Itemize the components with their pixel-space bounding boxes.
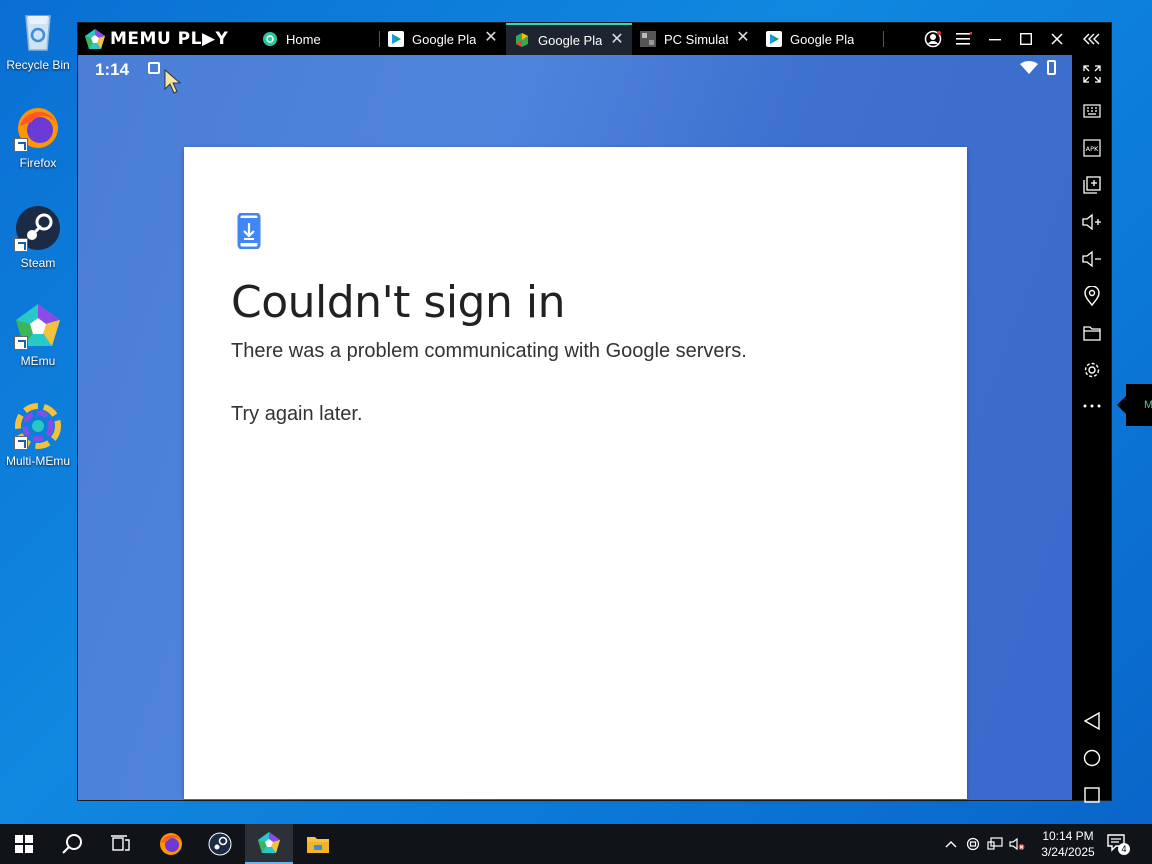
desktop-icon-memu[interactable]: MEmu [4, 302, 72, 388]
google-play-games-icon [516, 33, 528, 47]
brand-text: MEMU PL▶Y [110, 29, 229, 49]
status-time: 1:14 [95, 60, 130, 79]
steam-icon[interactable] [196, 824, 244, 864]
memu-icon[interactable] [245, 824, 293, 864]
firefox-icon [14, 104, 62, 152]
taskbar-date: 3/24/2025 [1041, 845, 1095, 859]
collapse-sidebar-icon[interactable] [1072, 23, 1111, 55]
steam-icon [14, 204, 62, 252]
close-tab-icon[interactable]: ✕ [610, 32, 624, 48]
tab-label: Google Play [790, 31, 854, 47]
recycle-bin-icon [14, 6, 62, 54]
sidebar-tooltip: M [1117, 384, 1152, 426]
tab-google-play-3[interactable]: Google Play [758, 23, 884, 55]
taskbar-time: 10:14 PM [1042, 829, 1094, 843]
firefox-icon[interactable] [147, 824, 195, 864]
system-tray [940, 824, 1028, 864]
tab-label: PC Simulator [664, 31, 728, 47]
android-status-bar: 1:14 [78, 55, 1072, 83]
tab-google-play-2[interactable]: Google Play ✕ [506, 23, 632, 55]
more-icon[interactable] [1072, 391, 1111, 421]
tab-pc-simulator[interactable]: PC Simulator ✕ [632, 23, 758, 55]
desktop-icon-label: Multi-MEmu [5, 454, 70, 468]
dialog-hint: Try again later. [231, 403, 363, 425]
volume-down-icon[interactable] [1072, 244, 1111, 274]
memu-brand: MEMU PL▶Y [78, 23, 254, 55]
back-icon[interactable] [1072, 706, 1111, 736]
notification-icon [148, 62, 160, 74]
multi-memu-icon [14, 402, 62, 450]
desktop-icon-label: Steam [20, 256, 56, 270]
tab-google-play-1[interactable]: Google Play ✕ [380, 23, 506, 55]
battery-icon [1047, 60, 1056, 75]
pc-simulator-icon [640, 31, 656, 47]
memu-icon [14, 302, 62, 350]
maximize-icon[interactable] [1010, 23, 1041, 55]
file-explorer-icon[interactable] [294, 824, 342, 864]
desktop-icon-label: Firefox [19, 156, 57, 170]
fullscreen-icon[interactable] [1072, 59, 1111, 89]
memu-logo-icon [85, 29, 105, 49]
memu-window: MEMU PL▶Y Home Google Play ✕ Google Play… [77, 22, 1112, 803]
tab-label: Home [286, 31, 321, 47]
desktop-icon-multi-memu[interactable]: Multi-MEmu [4, 402, 72, 488]
taskbar-clock[interactable]: 10:14 PM 3/24/2025 [1036, 828, 1100, 860]
settings-icon[interactable] [1072, 355, 1111, 385]
wifi-icon [1020, 61, 1038, 74]
close-tab-icon[interactable]: ✕ [736, 30, 750, 46]
google-play-icon [766, 31, 782, 47]
network-icon[interactable] [984, 837, 1006, 851]
desktop-icon-recycle-bin[interactable]: Recycle Bin [4, 6, 72, 92]
task-view-icon[interactable] [96, 824, 144, 864]
tab-label: Google Play [412, 31, 476, 47]
apk-icon[interactable]: APK [1072, 133, 1111, 163]
desktop-icon-label: MEmu [20, 354, 56, 368]
location-icon[interactable] [1072, 281, 1111, 311]
search-icon[interactable] [48, 824, 96, 864]
desktop-icon-steam[interactable]: Steam [4, 204, 72, 290]
keyboard-mapping-icon[interactable] [1072, 96, 1111, 126]
dialog-title: Couldn't sign in [231, 277, 565, 328]
close-tab-icon[interactable]: ✕ [484, 30, 498, 46]
svg-text:APK: APK [1085, 145, 1098, 153]
meet-now-icon[interactable] [962, 837, 984, 851]
title-bar: MEMU PL▶Y Home Google Play ✕ Google Play… [78, 23, 1111, 55]
desktop-icon-label: Recycle Bin [6, 58, 70, 72]
notification-count: 4 [1118, 843, 1130, 855]
mouse-cursor-icon [164, 69, 182, 94]
volume-muted-icon[interactable] [1006, 837, 1028, 851]
menu-icon[interactable] [948, 23, 979, 55]
folder-icon[interactable] [1072, 318, 1111, 348]
start-icon[interactable] [0, 824, 48, 864]
minimize-icon[interactable] [979, 23, 1010, 55]
desktop-icon-firefox[interactable]: Firefox [4, 104, 72, 190]
emulator-sidebar: APK [1072, 55, 1111, 803]
volume-up-icon[interactable] [1072, 207, 1111, 237]
dialog-message: There was a problem communicating with G… [231, 340, 747, 362]
home-circle-icon[interactable] [1072, 743, 1111, 773]
google-play-icon [388, 31, 404, 47]
window-controls [917, 23, 1111, 55]
sign-in-error-dialog: Couldn't sign in There was a problem com… [184, 147, 967, 799]
android-screen[interactable]: 1:14 Couldn't sign in There was a proble… [78, 55, 1072, 800]
chevron-up-icon[interactable] [940, 840, 962, 848]
tab-label: Google Play [538, 32, 602, 48]
home-icon [263, 32, 277, 46]
tab-home[interactable]: Home [254, 23, 380, 55]
windows-taskbar: 10:14 PM 3/24/2025 4 [0, 824, 1152, 864]
phone-download-icon [237, 213, 261, 249]
action-center-icon[interactable]: 4 [1106, 832, 1130, 856]
recents-icon[interactable] [1072, 780, 1111, 810]
account-icon[interactable] [917, 23, 948, 55]
multi-window-icon[interactable] [1072, 170, 1111, 200]
close-icon[interactable] [1041, 23, 1072, 55]
